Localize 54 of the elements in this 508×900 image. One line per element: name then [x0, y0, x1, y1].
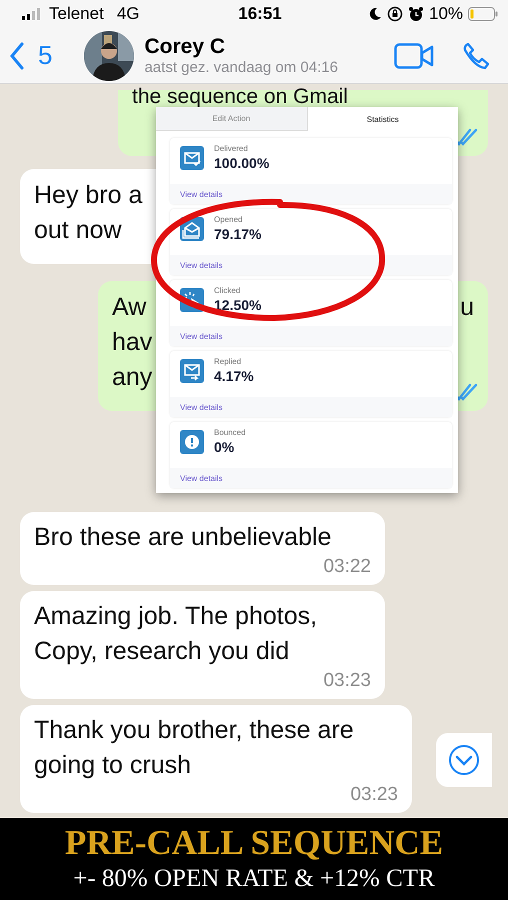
chevron-down-icon — [448, 744, 480, 776]
message-text: Amazing job. The photos, — [34, 601, 318, 632]
stat-label: Replied — [214, 356, 242, 368]
carrier-name: Telenet — [49, 4, 104, 24]
message-text: Thank you brother, these are — [34, 715, 354, 746]
status-time: 16:51 — [238, 4, 282, 24]
back-button[interactable]: 5 — [10, 40, 52, 71]
tab[interactable]: Edit Action — [156, 107, 308, 131]
view-details-link[interactable]: View details — [180, 332, 223, 340]
view-details-link[interactable]: View details — [180, 474, 223, 482]
alarm-icon — [408, 6, 424, 22]
stat-label: Opened — [214, 214, 244, 226]
stat-value: 12.50% — [214, 297, 262, 313]
phone-call-icon[interactable] — [462, 42, 490, 70]
view-details-link[interactable]: View details — [180, 190, 223, 198]
signal-icon — [22, 8, 40, 20]
rotation-lock-icon — [386, 6, 403, 22]
scroll-down-button[interactable] — [436, 733, 492, 787]
message-text: out now — [34, 215, 122, 246]
stat-value: 4.17% — [214, 368, 254, 384]
message-text: the sequence on Gmail — [132, 87, 348, 107]
moon-icon — [368, 7, 382, 21]
message-time: 03:23 — [350, 783, 398, 807]
battery-percent: 10% — [428, 4, 464, 24]
stat-value: 0% — [214, 439, 236, 455]
message-text: any — [112, 362, 152, 393]
video-call-icon[interactable] — [394, 42, 434, 68]
message-time: 03:23 — [323, 669, 371, 693]
message-text: going to crush — [34, 750, 192, 781]
back-chevron-icon — [10, 42, 24, 70]
banner-title: PRE-CALL SEQUENCE — [64, 824, 444, 862]
message-text: Aw — [112, 292, 146, 323]
tab[interactable]: Statistics — [308, 107, 458, 131]
view-details-link[interactable]: View details — [180, 402, 223, 412]
message-text: u — [460, 292, 474, 323]
stat-label: Clicked — [214, 285, 242, 297]
stat-label: Bounced — [214, 427, 246, 439]
stat-value: 100.00% — [214, 155, 270, 171]
view-details-link[interactable]: View details — [180, 260, 223, 270]
last-seen: aatst gez. vandaag om 04:16 — [144, 59, 339, 76]
contact-name: Corey C — [144, 35, 226, 59]
message-text: Bro these are unbelievable — [34, 522, 332, 553]
alert-icon — [180, 430, 204, 454]
message-text: Copy, research you did — [34, 636, 290, 667]
network-type: 4G — [116, 4, 140, 24]
message-time: 03:22 — [323, 555, 371, 579]
mail-check-icon — [180, 146, 204, 170]
battery-icon — [468, 7, 498, 21]
message-text: Hey bro a — [34, 180, 142, 211]
stat-label: Delivered — [214, 143, 249, 155]
mail-reply-icon — [180, 359, 204, 383]
banner-subtitle: +- 80% OPEN RATE & +12% CTR — [73, 864, 435, 894]
message-text: hav — [112, 327, 152, 358]
stat-value: 79.17% — [214, 226, 262, 242]
